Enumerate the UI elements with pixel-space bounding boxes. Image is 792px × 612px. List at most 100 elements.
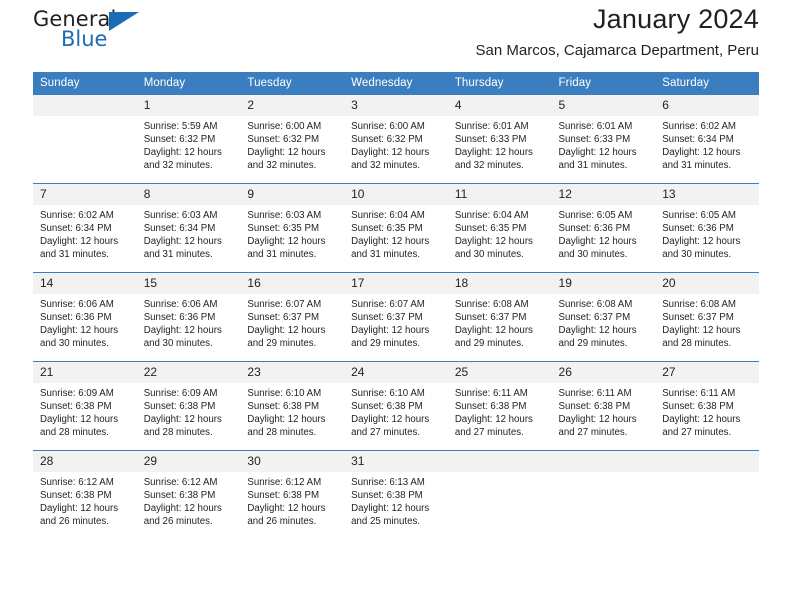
calendar-day-cell[interactable]: 16 Sunrise: 6:07 AM Sunset: 6:37 PM Dayligh…	[240, 272, 345, 362]
calendar-day-cell[interactable]: 3 Sunrise: 6:00 AM Sunset: 6:32 PM Daylight…	[344, 94, 448, 184]
day-sun-info: Sunrise: 5:59 AM Sunset: 6:32 PM Daylight:…	[137, 116, 241, 172]
calendar-day-cell[interactable]: 2 Sunrise: 6:00 AM Sunset: 6:32 PM Daylight…	[240, 94, 345, 184]
daylight-text-line1: Daylight: 12 hours	[247, 236, 326, 248]
calendar-day-cell[interactable]: 21 Sunrise: 6:09 AM Sunset: 6:38 PM Dayligh…	[33, 361, 137, 451]
calendar-day-cell[interactable]: 31 Sunrise: 6:13 AM Sunset: 6:38 PM Dayligh…	[344, 450, 448, 539]
calendar-day-cell[interactable]: 1 Sunrise: 5:59 AM Sunset: 6:32 PM Daylight…	[136, 94, 241, 184]
day-number: 27	[655, 362, 759, 383]
day-cell-content: 14 Sunrise: 6:06 AM Sunset: 6:36 PM Dayligh…	[33, 273, 137, 361]
day-number: 22	[136, 362, 241, 383]
sunset-text: Sunset: 6:36 PM	[558, 223, 631, 235]
calendar-day-cell[interactable]: 25 Sunrise: 6:11 AM Sunset: 6:38 PM Dayligh…	[447, 361, 552, 451]
calendar-day-cell[interactable]: 28 Sunrise: 6:12 AM Sunset: 6:38 PM Dayligh…	[33, 450, 137, 539]
calendar-day-cell[interactable]: 24 Sunrise: 6:10 AM Sunset: 6:38 PM Dayligh…	[344, 361, 448, 451]
sunrise-text: Sunrise: 6:09 AM	[143, 388, 218, 399]
day-cell-content: 11 Sunrise: 6:04 AM Sunset: 6:35 PM Dayligh…	[447, 184, 552, 272]
calendar-day-cell[interactable]: 13 Sunrise: 6:05 AM Sunset: 6:36 PM Dayligh…	[655, 183, 759, 273]
day-number: 30	[240, 451, 345, 472]
day-cell-content: 1 Sunrise: 5:59 AM Sunset: 6:32 PM Daylight…	[136, 95, 241, 183]
calendar-day-cell[interactable]: 26 Sunrise: 6:11 AM Sunset: 6:38 PM Dayligh…	[551, 361, 656, 451]
calendar-day-cell[interactable]: 19 Sunrise: 6:08 AM Sunset: 6:37 PM Dayligh…	[551, 272, 656, 362]
day-number: 29	[136, 451, 241, 472]
day-number: 28	[33, 451, 137, 472]
day-sun-info: Sunrise: 6:09 AM Sunset: 6:38 PM Daylight:…	[33, 383, 137, 439]
day-cell-content: 13 Sunrise: 6:05 AM Sunset: 6:36 PM Dayligh…	[655, 184, 759, 272]
sunrise-text: Sunrise: 6:06 AM	[40, 299, 114, 310]
day-cell-content: 23 Sunrise: 6:10 AM Sunset: 6:38 PM Dayligh…	[240, 362, 345, 450]
calendar-day-cell[interactable]: 7 Sunrise: 6:02 AM Sunset: 6:34 PM Daylight…	[33, 183, 137, 273]
daylight-text-line1: Daylight: 12 hours	[247, 147, 326, 159]
day-sun-info: Sunrise: 6:06 AM Sunset: 6:36 PM Daylight:…	[137, 294, 241, 350]
daylight-text-line1: Daylight: 12 hours	[454, 236, 533, 248]
sunrise-text: Sunrise: 6:11 AM	[558, 388, 632, 399]
daylight-text-line1: Daylight: 12 hours	[40, 414, 119, 426]
calendar-day-cell-empty	[33, 94, 137, 184]
calendar-day-cell[interactable]: 22 Sunrise: 6:09 AM Sunset: 6:38 PM Dayligh…	[136, 361, 241, 451]
calendar-day-cell-empty	[551, 450, 656, 539]
calendar-day-cell[interactable]: 15 Sunrise: 6:06 AM Sunset: 6:36 PM Dayligh…	[136, 272, 241, 362]
calendar-day-cell[interactable]: 5 Sunrise: 6:01 AM Sunset: 6:33 PM Daylight…	[551, 94, 656, 184]
day-sun-info: Sunrise: 6:05 AM Sunset: 6:36 PM Daylight:…	[552, 205, 656, 261]
sunset-text: Sunset: 6:36 PM	[40, 312, 112, 324]
daylight-text-line1: Daylight: 12 hours	[351, 236, 430, 248]
calendar-day-cell[interactable]: 29 Sunrise: 6:12 AM Sunset: 6:38 PM Dayligh…	[136, 450, 241, 539]
weekday-header-wednesday: Wednesday	[344, 72, 448, 95]
sunset-text: Sunset: 6:32 PM	[247, 134, 320, 146]
sunrise-text: Sunrise: 6:10 AM	[351, 388, 425, 399]
general-blue-logo[interactable]: General Blue	[33, 0, 203, 60]
day-number: 6	[655, 95, 759, 116]
sunset-text: Sunset: 6:34 PM	[40, 223, 112, 235]
page-masthead: General Blue January 2024 San Marcos, Ca…	[33, 0, 759, 72]
day-sun-info: Sunrise: 6:12 AM Sunset: 6:38 PM Daylight:…	[33, 472, 137, 528]
calendar-day-cell[interactable]: 17 Sunrise: 6:07 AM Sunset: 6:37 PM Dayligh…	[344, 272, 448, 362]
daylight-text-line2: and 26 minutes.	[247, 516, 317, 528]
weekday-headers: Sunday Monday Tuesday Wednesday Thursday Frid…	[33, 72, 759, 95]
sunrise-text: Sunrise: 6:04 AM	[454, 210, 529, 221]
day-sun-info: Sunrise: 6:00 AM Sunset: 6:32 PM Daylight:…	[240, 116, 344, 172]
day-sun-info: Sunrise: 6:07 AM Sunset: 6:37 PM Daylight:…	[344, 294, 448, 350]
calendar-day-cell[interactable]: 30 Sunrise: 6:12 AM Sunset: 6:38 PM Dayligh…	[240, 450, 345, 539]
calendar-day-cell[interactable]: 23 Sunrise: 6:10 AM Sunset: 6:38 PM Dayligh…	[240, 361, 345, 451]
daylight-text-line1: Daylight: 12 hours	[351, 414, 430, 426]
calendar-day-cell[interactable]: 18 Sunrise: 6:08 AM Sunset: 6:37 PM Dayligh…	[447, 272, 552, 362]
calendar-day-cell[interactable]: 4 Sunrise: 6:01 AM Sunset: 6:33 PM Daylight…	[447, 94, 552, 184]
calendar-day-cell[interactable]: 27 Sunrise: 6:11 AM Sunset: 6:38 PM Dayligh…	[655, 361, 759, 451]
day-number: 9	[240, 184, 345, 205]
calendar-day-cell[interactable]: 20 Sunrise: 6:08 AM Sunset: 6:37 PM Dayligh…	[655, 272, 759, 362]
day-cell-content: 31 Sunrise: 6:13 AM Sunset: 6:38 PM Dayligh…	[344, 451, 448, 539]
sunrise-text: Sunrise: 6:08 AM	[454, 299, 529, 310]
sunset-text: Sunset: 6:34 PM	[662, 134, 734, 146]
day-cell-content: 28 Sunrise: 6:12 AM Sunset: 6:38 PM Dayligh…	[33, 451, 137, 539]
calendar-day-cell[interactable]: 10 Sunrise: 6:04 AM Sunset: 6:35 PM Dayligh…	[344, 183, 448, 273]
calendar-week-row: 28 Sunrise: 6:12 AM Sunset: 6:38 PM Dayligh…	[33, 450, 759, 539]
weekday-header-tuesday: Tuesday	[240, 72, 345, 95]
calendar-day-cell[interactable]: 12 Sunrise: 6:05 AM Sunset: 6:36 PM Dayligh…	[551, 183, 656, 273]
sunset-text: Sunset: 6:33 PM	[454, 134, 527, 146]
day-cell-content: 4 Sunrise: 6:01 AM Sunset: 6:33 PM Daylight…	[447, 95, 552, 183]
daylight-text-line2: and 29 minutes.	[454, 338, 524, 350]
daylight-text-line2: and 30 minutes.	[143, 338, 213, 350]
day-cell-content: 22 Sunrise: 6:09 AM Sunset: 6:38 PM Dayligh…	[136, 362, 241, 450]
daylight-text-line1: Daylight: 12 hours	[454, 325, 533, 337]
day-number: 17	[344, 273, 448, 294]
day-cell-content	[447, 451, 552, 539]
calendar-day-cell[interactable]: 11 Sunrise: 6:04 AM Sunset: 6:35 PM Dayligh…	[447, 183, 552, 273]
day-cell-content: 16 Sunrise: 6:07 AM Sunset: 6:37 PM Dayligh…	[240, 273, 345, 361]
sunrise-text: Sunrise: 6:05 AM	[662, 210, 736, 221]
sunrise-text: Sunrise: 6:01 AM	[558, 121, 633, 132]
calendar-day-cell[interactable]: 6 Sunrise: 6:02 AM Sunset: 6:34 PM Daylight…	[655, 94, 759, 184]
calendar-day-cell[interactable]: 14 Sunrise: 6:06 AM Sunset: 6:36 PM Dayligh…	[33, 272, 137, 362]
day-number: 12	[551, 184, 656, 205]
sunrise-text: Sunrise: 6:01 AM	[454, 121, 529, 132]
day-number	[33, 95, 137, 116]
day-number: 1	[136, 95, 241, 116]
daylight-text-line1: Daylight: 12 hours	[247, 503, 326, 515]
sunset-text: Sunset: 6:38 PM	[662, 401, 734, 413]
daylight-text-line2: and 29 minutes.	[247, 338, 317, 350]
daylight-text-line2: and 32 minutes.	[143, 160, 213, 172]
location-subtitle: San Marcos, Cajamarca Department, Peru	[475, 42, 759, 59]
calendar-day-cell[interactable]: 9 Sunrise: 6:03 AM Sunset: 6:35 PM Daylight…	[240, 183, 345, 273]
calendar-day-cell[interactable]: 8 Sunrise: 6:03 AM Sunset: 6:34 PM Daylight…	[136, 183, 241, 273]
sunrise-text: Sunrise: 6:02 AM	[40, 210, 114, 221]
calendar-day-cell-empty	[447, 450, 552, 539]
